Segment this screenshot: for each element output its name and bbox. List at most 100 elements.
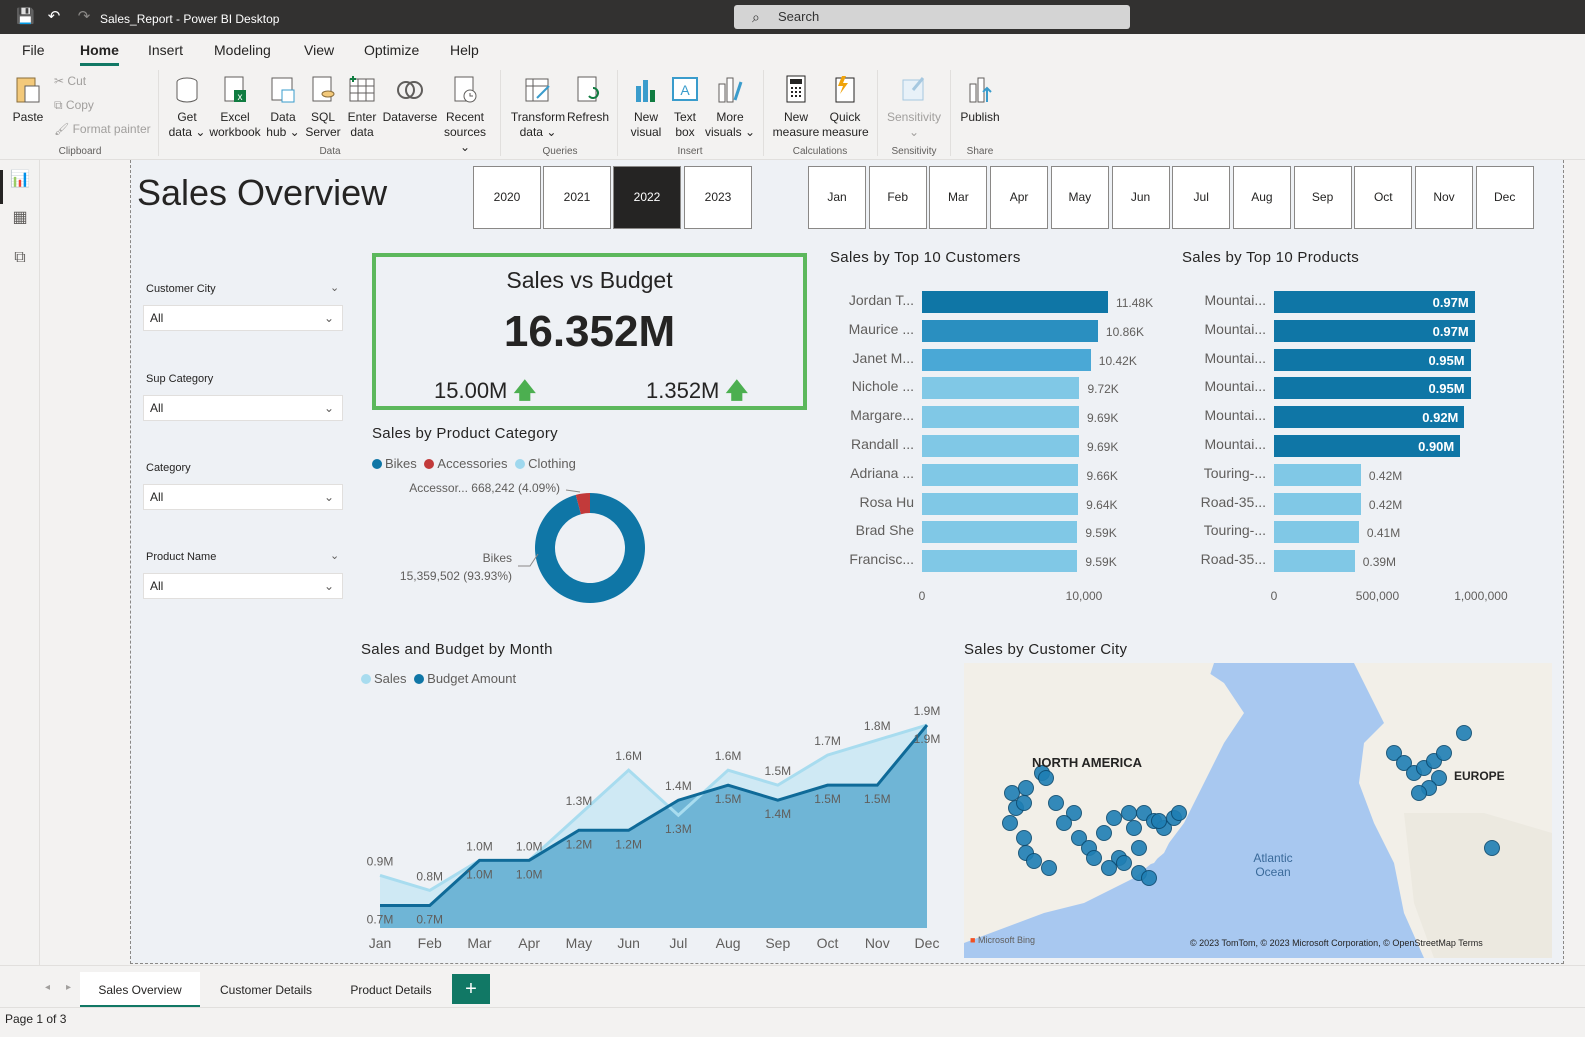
map-bubble[interactable] <box>1101 860 1117 876</box>
undo-icon[interactable]: ↶ <box>45 8 63 26</box>
bar[interactable] <box>1274 521 1359 544</box>
sensitivity-button[interactable]: Sensitivity ⌄ <box>884 74 944 140</box>
menu-file[interactable]: File <box>22 42 45 58</box>
year-slicer-2021[interactable]: 2021 <box>543 166 611 229</box>
map-bubble[interactable] <box>1018 780 1034 796</box>
menu-insert[interactable]: Insert <box>148 42 183 58</box>
menu-modeling[interactable]: Modeling <box>214 42 271 58</box>
paste-button[interactable]: Paste <box>10 74 46 125</box>
bar[interactable] <box>1274 463 1361 486</box>
bar[interactable] <box>922 463 1079 486</box>
bar[interactable] <box>922 348 1091 371</box>
map-bubble[interactable] <box>1151 813 1167 829</box>
slicer-customer-city[interactable]: All ⌄ <box>143 305 343 331</box>
tab-product-details[interactable]: Product Details <box>332 972 450 1008</box>
dataverse-button[interactable]: Dataverse <box>381 74 439 125</box>
tab-sales-overview[interactable]: Sales Overview <box>80 972 200 1008</box>
bar[interactable] <box>922 492 1079 515</box>
add-page-button[interactable]: + <box>452 974 490 1004</box>
map-bubble[interactable] <box>1131 840 1147 856</box>
month-slicer-may[interactable]: May <box>1050 166 1109 229</box>
map-bubble[interactable] <box>1141 870 1157 886</box>
bar[interactable] <box>922 406 1079 429</box>
map-bubble[interactable] <box>1016 830 1032 846</box>
map-bubble[interactable] <box>1038 770 1054 786</box>
tab-scroll-right-icon[interactable]: ▸ <box>66 982 71 993</box>
format-painter-button[interactable]: 🖌 Format painter <box>54 122 151 136</box>
bar[interactable] <box>1274 550 1355 573</box>
new-measure-button[interactable]: New measure <box>770 74 822 140</box>
bar[interactable] <box>922 291 1108 313</box>
month-slicer-nov[interactable]: Nov <box>1415 166 1473 229</box>
chevron-down-icon[interactable]: ⌄ <box>330 549 339 562</box>
area-chart[interactable]: 0.9M 0.8M 1.0M 1.0M 1.3M 1.6M 1.3M 1.6M 1.5M 1.7M… <box>355 690 955 960</box>
month-slicer-oct[interactable]: Oct <box>1354 166 1413 229</box>
map-bubble[interactable] <box>1116 855 1132 871</box>
table-view-icon[interactable]: ▦ <box>10 208 30 228</box>
map-bubble[interactable] <box>1106 810 1122 826</box>
map-bubble[interactable] <box>1411 785 1427 801</box>
data-hub-button[interactable]: Data hub ⌄ <box>263 74 303 140</box>
map-bubble[interactable] <box>1041 860 1057 876</box>
model-view-icon[interactable]: ⧉ <box>10 248 30 268</box>
bar[interactable] <box>922 319 1098 342</box>
legend-sales[interactable]: Sales <box>374 671 407 686</box>
bar[interactable] <box>922 550 1078 573</box>
new-visual-button[interactable]: New visual <box>626 74 666 140</box>
legend-accessories[interactable]: Accessories <box>437 456 507 471</box>
cut-button[interactable]: ✂ Cut <box>54 74 86 88</box>
transform-data-button[interactable]: Transform data ⌄ <box>510 74 566 140</box>
legend-clothing[interactable]: Clothing <box>528 456 576 471</box>
legend-bikes[interactable]: Bikes <box>385 456 417 471</box>
chevron-down-icon[interactable]: ⌄ <box>330 281 339 294</box>
get-data-button[interactable]: Get data ⌄ <box>166 74 208 140</box>
enter-data-button[interactable]: Enter data <box>343 74 381 140</box>
legend-budget[interactable]: Budget Amount <box>427 671 516 686</box>
menu-optimize[interactable]: Optimize <box>364 42 419 58</box>
map-bubble[interactable] <box>1002 815 1018 831</box>
map-bubble[interactable] <box>1121 805 1137 821</box>
map-bubble[interactable] <box>1026 853 1042 869</box>
refresh-button[interactable]: Refresh <box>566 74 610 125</box>
year-slicer-2022[interactable]: 2022 <box>613 166 681 229</box>
month-slicer-apr[interactable]: Apr <box>990 166 1049 229</box>
map-bubble[interactable] <box>1016 795 1032 811</box>
month-slicer-jun[interactable]: Jun <box>1111 166 1170 229</box>
report-view-icon[interactable]: 📊 <box>10 170 30 190</box>
menu-help[interactable]: Help <box>450 42 479 58</box>
map-bubble[interactable] <box>1048 795 1064 811</box>
tab-scroll-left-icon[interactable]: ◂ <box>45 982 50 993</box>
map-bubble[interactable] <box>1484 840 1500 856</box>
map-bubble[interactable] <box>1056 815 1072 831</box>
more-visuals-button[interactable]: More visuals ⌄ <box>704 74 756 140</box>
month-slicer-mar[interactable]: Mar <box>929 166 988 229</box>
recent-sources-button[interactable]: Recent sources ⌄ <box>439 74 491 155</box>
save-icon[interactable]: 💾 <box>16 8 35 26</box>
map-bubble[interactable] <box>1086 850 1102 866</box>
map-bubble[interactable] <box>1096 825 1112 841</box>
tab-customer-details[interactable]: Customer Details <box>202 972 330 1008</box>
year-slicer-2020[interactable]: 2020 <box>473 166 541 229</box>
copy-button[interactable]: ⧉ Copy <box>54 98 94 113</box>
bar[interactable] <box>922 435 1079 457</box>
redo-icon[interactable]: ↷ <box>75 8 93 26</box>
menu-view[interactable]: View <box>304 42 334 58</box>
month-slicer-jul[interactable]: Jul <box>1172 166 1231 229</box>
map-bubble[interactable] <box>1436 745 1452 761</box>
sql-server-button[interactable]: SQL Server <box>303 74 343 140</box>
menu-home[interactable]: Home <box>80 42 119 66</box>
bar[interactable] <box>922 521 1078 544</box>
customer-city-map[interactable]: NORTH AMERICA EUROPE Atlantic Ocean ■ Mi… <box>964 663 1552 958</box>
publish-button[interactable]: Publish <box>956 74 1004 125</box>
month-slicer-dec[interactable]: Dec <box>1475 166 1534 229</box>
map-bubble[interactable] <box>1456 725 1472 741</box>
slicer-product-name[interactable]: All ⌄ <box>143 573 343 599</box>
search-box[interactable]: ⌕ Search <box>734 5 1130 29</box>
month-slicer-aug[interactable]: Aug <box>1232 166 1291 229</box>
quick-measure-button[interactable]: Quick measure <box>822 74 869 140</box>
slicer-category[interactable]: All ⌄ <box>143 484 343 510</box>
month-slicer-sep[interactable]: Sep <box>1293 166 1352 229</box>
bar[interactable] <box>1274 492 1361 515</box>
map-bubble[interactable] <box>1126 820 1142 836</box>
donut-chart[interactable]: Accessor... 668,242 (4.09%) Bikes 15,359,5… <box>370 478 670 618</box>
